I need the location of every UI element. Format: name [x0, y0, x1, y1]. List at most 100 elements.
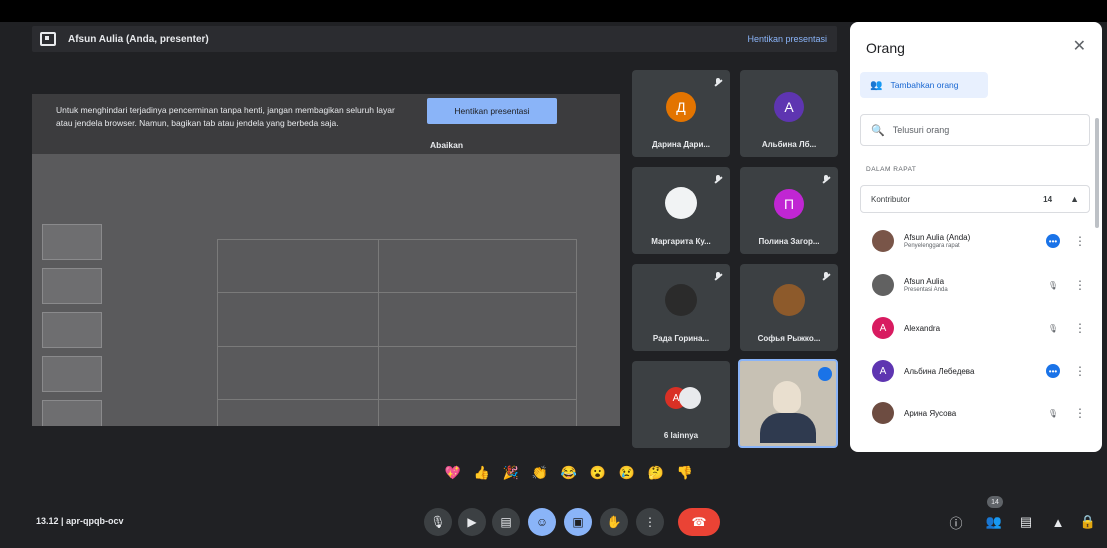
- table-row: [218, 240, 576, 294]
- meet-window: Afsun Aulia (Anda, presenter) Hentikan p…: [0, 0, 1107, 548]
- slide-table: [217, 239, 577, 426]
- avatar: [872, 274, 894, 296]
- avatar: Д: [666, 92, 696, 122]
- mic-off-icon: [714, 175, 722, 185]
- mic-off-icon: 🎙: [1047, 323, 1059, 333]
- list-item[interactable]: Afsun Aulia (Anda) Penyelenggara rapat ••…: [860, 225, 1092, 257]
- info-icon[interactable]: ⓘ: [946, 512, 966, 532]
- captions-icon: ▤: [500, 515, 512, 529]
- chat-icon[interactable]: ▤: [1016, 512, 1036, 532]
- stop-presenting-link[interactable]: Hentikan presentasi: [747, 34, 827, 44]
- activities-icon[interactable]: ▲: [1048, 512, 1068, 532]
- mic-button[interactable]: 🎙: [424, 508, 452, 536]
- more-options-icon[interactable]: ⋮: [1074, 321, 1086, 335]
- raise-hand-button[interactable]: ✋: [600, 508, 628, 536]
- participant-tile[interactable]: Рада Горина...: [632, 264, 730, 351]
- add-person-icon: 👥: [870, 79, 883, 91]
- more-options-icon[interactable]: ⋮: [1074, 406, 1086, 420]
- avatar: [665, 284, 697, 316]
- list-item[interactable]: Afsun Aulia Presentasi Anda 🎙 ⋮: [860, 269, 1092, 301]
- participant-tile[interactable]: Маргарита Ку...: [632, 167, 730, 254]
- avatar: A: [872, 360, 894, 382]
- surprised-face-icon[interactable]: 😮: [589, 464, 607, 482]
- contributors-label: Kontributor: [871, 194, 911, 204]
- self-view-tile[interactable]: [738, 359, 838, 448]
- host-controls-icon[interactable]: 🔒: [1078, 512, 1098, 532]
- stop-presentation-button[interactable]: Hentikan presentasi: [427, 98, 557, 124]
- mic-off-icon: [822, 175, 830, 185]
- more-options-icon[interactable]: ⋮: [1074, 234, 1086, 248]
- clapping-hands-icon[interactable]: 👏: [531, 464, 549, 482]
- leave-call-button[interactable]: ☎: [678, 508, 720, 536]
- shared-screen: Untuk menghindari terjadinya pencerminan…: [32, 94, 620, 426]
- speaking-icon: •••: [1046, 364, 1060, 378]
- reactions-button[interactable]: ☺: [528, 508, 556, 536]
- speaking-icon: •••: [1046, 234, 1060, 248]
- more-options-button[interactable]: ⋮: [636, 508, 664, 536]
- close-icon[interactable]: ✕: [1073, 36, 1086, 56]
- thumbs-down-icon[interactable]: 👎: [676, 464, 694, 482]
- presenter-bar: Afsun Aulia (Anda, presenter) Hentikan p…: [32, 26, 837, 52]
- thumbs-up-icon[interactable]: 👍: [473, 464, 491, 482]
- avatar: А: [774, 92, 804, 122]
- top-black-bar: [0, 0, 1107, 22]
- hand-icon: ✋: [606, 515, 622, 529]
- add-people-button[interactable]: 👥 Tambahkan orang: [860, 72, 988, 98]
- party-popper-icon[interactable]: 🎉: [502, 464, 520, 482]
- person-name: Альбина Лебедева: [904, 366, 975, 376]
- contributors-group[interactable]: Kontributor 14 ▲: [860, 185, 1090, 213]
- slide-thumbnails: [42, 224, 112, 426]
- search-placeholder: Telusuri orang: [892, 125, 950, 135]
- slide-thumbnail: [42, 356, 102, 392]
- person-name: Afsun Aulia (Anda): [904, 233, 971, 242]
- avatar: A: [872, 317, 894, 339]
- meeting-time-code: 13.12 | apr-qpqb-ocv: [36, 516, 124, 526]
- avatar: [665, 187, 697, 219]
- hang-up-icon: ☎: [691, 515, 707, 529]
- more-options-icon[interactable]: ⋮: [1074, 278, 1086, 292]
- person-name: Арина Яусова: [904, 408, 957, 418]
- participant-name: Дарина Дари...: [651, 140, 711, 149]
- shared-document: [32, 154, 620, 426]
- participant-tile[interactable]: Софья Рыжко...: [740, 264, 838, 351]
- search-icon: 🔍: [871, 124, 885, 137]
- contributors-count: 14: [1043, 194, 1053, 204]
- participant-tile[interactable]: Д Дарина Дари...: [632, 70, 730, 157]
- present-button[interactable]: ▣: [564, 508, 592, 536]
- search-people-input[interactable]: 🔍 Telusuri orang: [860, 114, 1090, 146]
- table-row: [218, 399, 576, 426]
- slide-thumbnail: [42, 312, 102, 348]
- slide-thumbnail: [42, 400, 102, 426]
- camera-icon: ▶: [467, 515, 477, 529]
- avatar: П: [774, 189, 804, 219]
- participant-count-badge: 14: [987, 496, 1003, 508]
- slide-thumbnail: [42, 224, 102, 260]
- thinking-face-icon[interactable]: 🤔: [647, 464, 665, 482]
- people-icon[interactable]: 👥: [984, 512, 1004, 532]
- avatar: [773, 284, 805, 316]
- avatar: [872, 402, 894, 424]
- list-item[interactable]: A Alexandra 🎙 ⋮: [860, 312, 1092, 344]
- others-tile[interactable]: A 6 lainnya: [632, 361, 730, 448]
- participant-tile[interactable]: П Полина Загор...: [740, 167, 838, 254]
- crying-face-icon[interactable]: 😢: [618, 464, 636, 482]
- mic-off-icon: [714, 272, 722, 282]
- captions-button[interactable]: ▤: [492, 508, 520, 536]
- add-people-label: Tambahkan orang: [890, 80, 959, 90]
- more-options-icon[interactable]: ⋮: [1074, 364, 1086, 378]
- list-item[interactable]: A Альбина Лебедева ••• ⋮: [860, 355, 1092, 387]
- ignore-button[interactable]: Abaikan: [430, 140, 463, 150]
- person-name: Afsun Aulia: [904, 277, 945, 286]
- list-item[interactable]: Арина Яусова 🎙 ⋮: [860, 397, 1092, 429]
- chevron-up-icon[interactable]: ▲: [1070, 194, 1079, 204]
- participant-name: Полина Загор...: [758, 237, 820, 246]
- table-row: [218, 293, 576, 347]
- present-screen-icon: ▣: [572, 515, 584, 529]
- participant-tile[interactable]: А Альбина Лб...: [740, 70, 838, 157]
- mic-off-icon: 🎙: [1047, 408, 1059, 418]
- tears-of-joy-icon[interactable]: 😂: [560, 464, 578, 482]
- table-row: [218, 346, 576, 400]
- camera-button[interactable]: ▶: [458, 508, 486, 536]
- sparkling-heart-icon[interactable]: 💖: [444, 464, 462, 482]
- panel-scrollbar[interactable]: [1095, 118, 1099, 228]
